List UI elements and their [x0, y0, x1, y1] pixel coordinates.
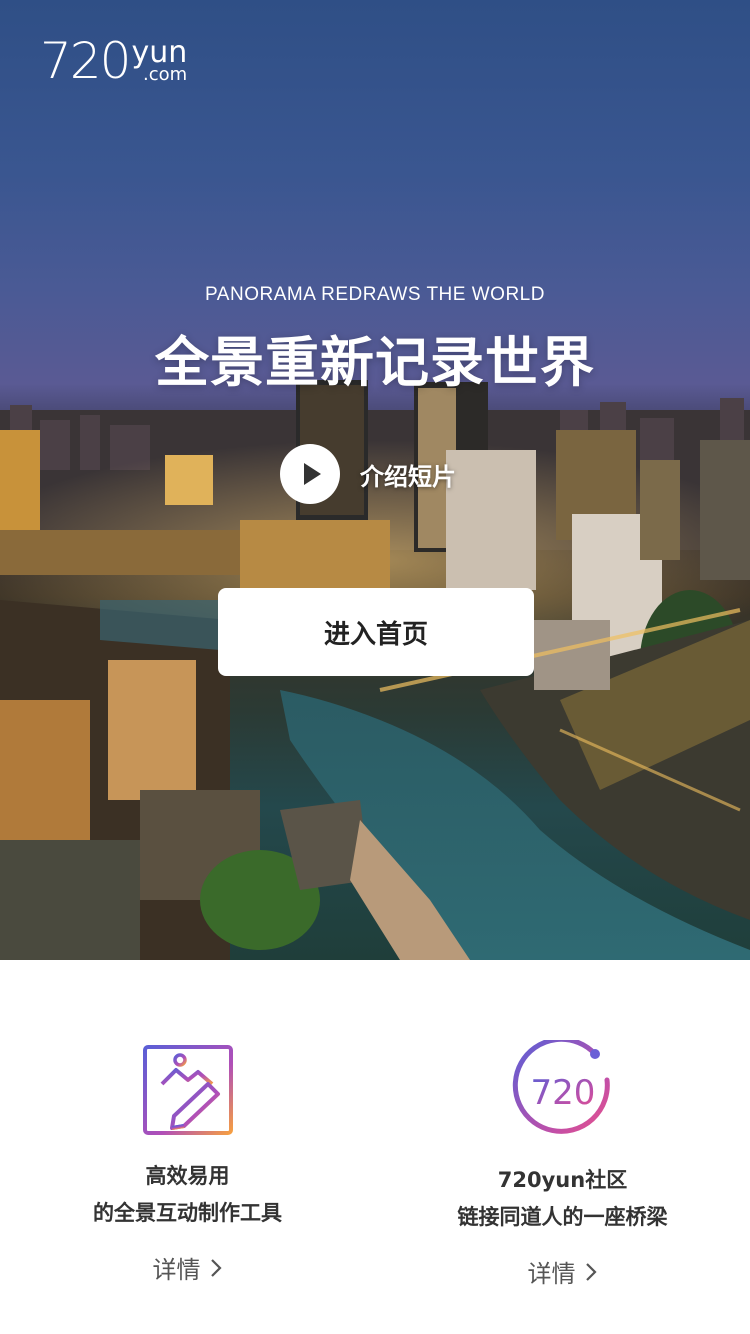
play-icon[interactable]	[280, 444, 340, 504]
feature-community-line1: 720yun社区	[497, 1168, 628, 1192]
feature-community-line2: 链接同道人的一座桥梁	[457, 1205, 668, 1229]
logo-number: 720	[40, 32, 131, 90]
feature-tool-detail-link[interactable]: 详情	[0, 1250, 375, 1285]
chevron-right-icon	[210, 1258, 222, 1277]
feature-tool-line2: 的全景互动制作工具	[93, 1201, 282, 1225]
features-section: 高效易用 的全景互动制作工具 详情 720 720yun社区 链接同道人的一座桥…	[0, 960, 750, 1334]
logo-com: .com	[143, 64, 188, 85]
detail-label[interactable]: 详情	[528, 1254, 576, 1289]
logo-yun: yun	[131, 35, 188, 70]
tagline-chinese: 全景重新记录世界	[155, 331, 595, 394]
enter-homepage-button[interactable]: 进入首页	[218, 588, 534, 676]
hero-banner: 720 yun .com PANORAMA REDRAWS THE WORLD …	[0, 0, 750, 960]
brand-logo[interactable]: 720 yun .com	[40, 36, 187, 86]
feature-tool-line1: 高效易用	[145, 1164, 230, 1188]
detail-label[interactable]: 详情	[153, 1250, 201, 1285]
intro-video-label[interactable]: 介绍短片	[360, 457, 456, 492]
feature-community: 720 720yun社区 链接同道人的一座桥梁 详情	[375, 960, 750, 1334]
chevron-right-icon	[585, 1262, 597, 1281]
feature-tool: 高效易用 的全景互动制作工具 详情	[0, 960, 375, 1334]
intro-video-link[interactable]: 介绍短片	[280, 444, 456, 504]
feature-community-detail-link[interactable]: 详情	[375, 1254, 750, 1289]
panorama-edit-icon	[143, 1045, 233, 1135]
tagline-english: PANORAMA REDRAWS THE WORLD	[205, 284, 545, 305]
community-720-icon: 720	[512, 1040, 610, 1134]
icon-720-text: 720	[531, 1073, 596, 1113]
